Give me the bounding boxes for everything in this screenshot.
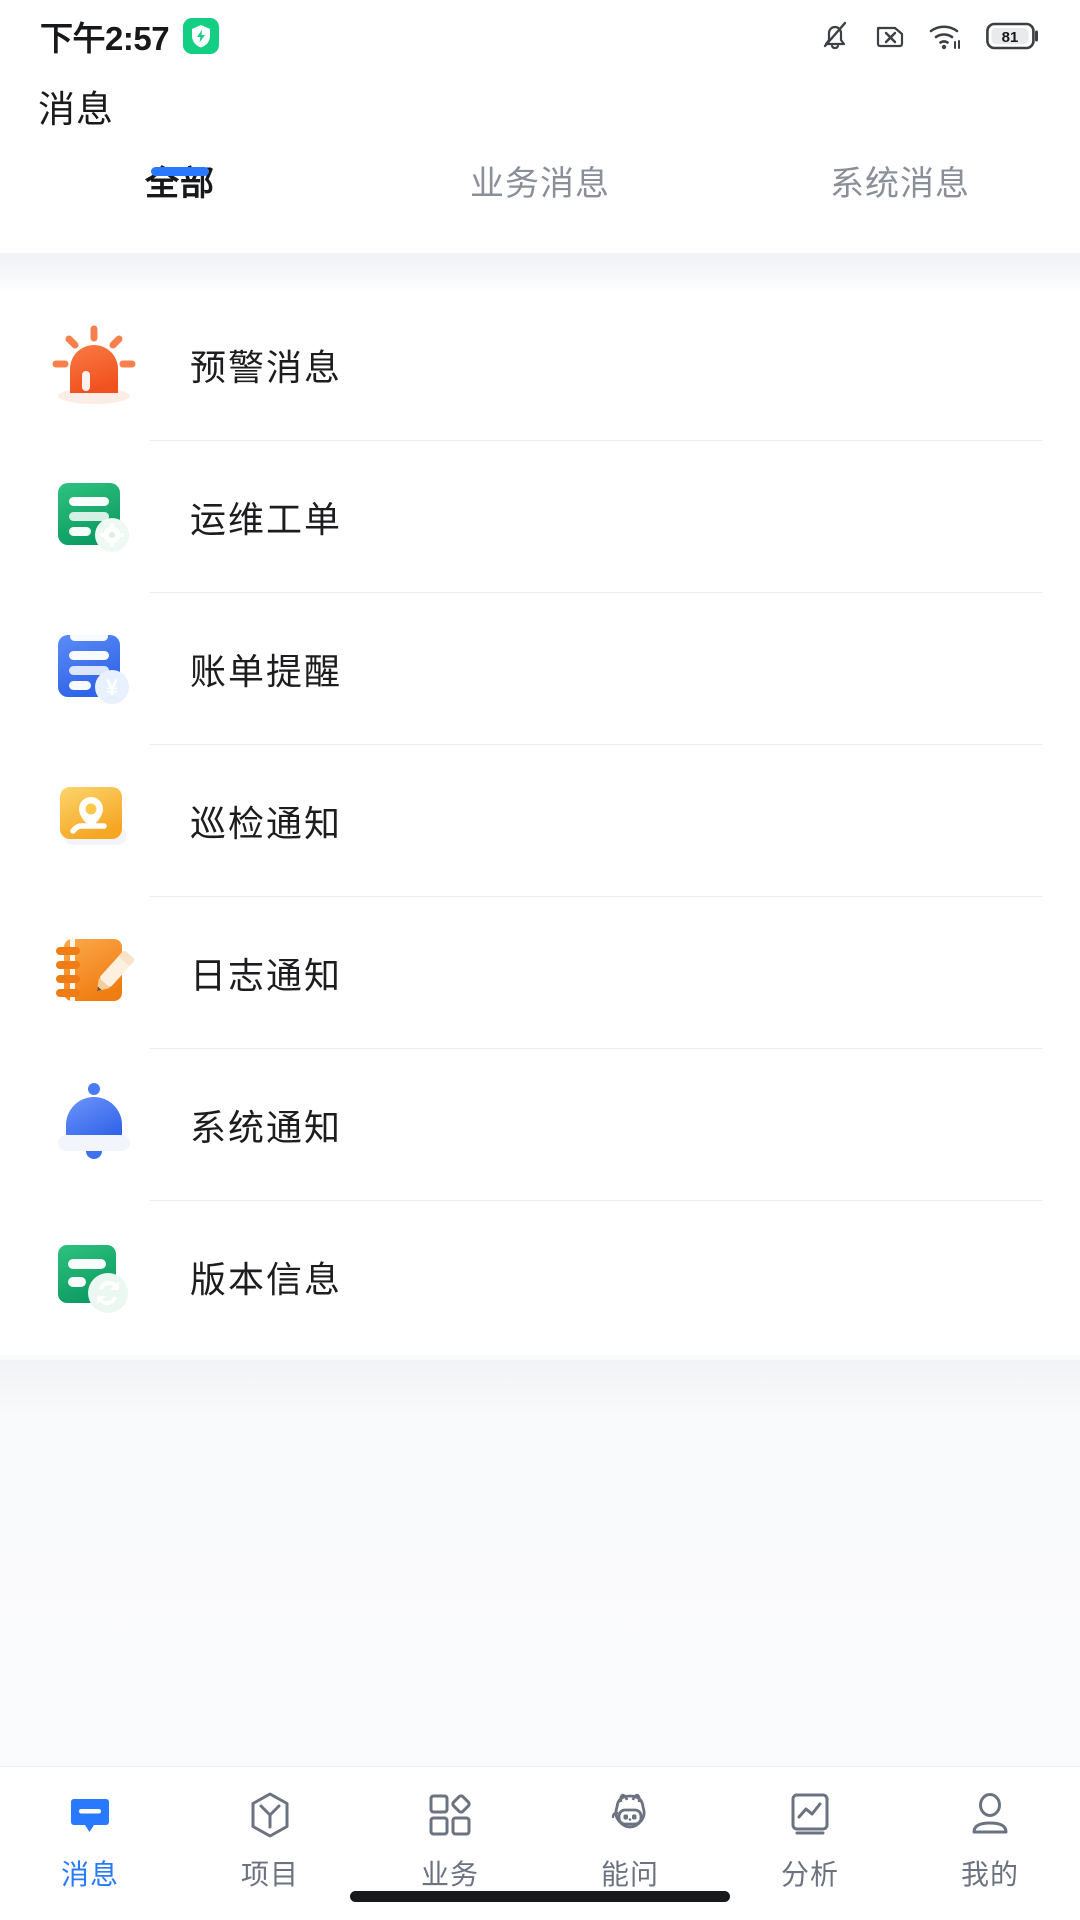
alarm-light-icon — [40, 311, 148, 419]
bill-yuan-icon: ¥ — [40, 615, 148, 723]
tab-indicator-placeholder — [511, 167, 569, 176]
bell-icon — [40, 1071, 148, 1179]
list-item[interactable]: 预警消息 — [0, 289, 1080, 441]
app-root: 下午2:57 81 消息 全部 业务消息 系统消息 预警消息 运维工单 ¥ 账单… — [0, 0, 1080, 1920]
list-item[interactable]: 运维工单 — [0, 441, 1080, 593]
list-item-label: 账单提醒 — [190, 651, 343, 692]
list-item-label: 巡检通知 — [190, 803, 343, 844]
section-gap — [0, 253, 1080, 289]
status-bar: 下午2:57 81 — [0, 0, 1080, 72]
list-item-label: 系统通知 — [190, 1107, 343, 1148]
nav-label-project: 项目 — [240, 1859, 299, 1890]
nav-item-messages[interactable]: 消息 — [0, 1787, 180, 1893]
page-title: 消息 — [38, 89, 114, 130]
svg-text:¥: ¥ — [106, 675, 119, 700]
list-item[interactable]: 系统通知 — [0, 1049, 1080, 1201]
nav-item-project[interactable]: 项目 — [180, 1787, 360, 1893]
tab-all[interactable]: 全部 — [0, 140, 360, 205]
tab-system[interactable]: 系统消息 — [720, 140, 1080, 205]
person-icon — [962, 1787, 1018, 1843]
message-list: 预警消息 运维工单 ¥ 账单提醒 巡检通知 日志通知 系统通知 版本信息 — [0, 289, 1080, 1355]
list-item-label: 预警消息 — [190, 347, 343, 388]
wifi-icon — [928, 20, 964, 52]
nav-label-ask: 能问 — [600, 1859, 659, 1890]
list-item-label: 版本信息 — [190, 1259, 343, 1300]
nav-label-messages: 消息 — [60, 1859, 119, 1890]
chart-monitor-icon — [782, 1787, 838, 1843]
nav-item-business[interactable]: 业务 — [360, 1787, 540, 1893]
grid-shapes-icon — [422, 1787, 478, 1843]
list-item[interactable]: ¥ 账单提醒 — [0, 593, 1080, 745]
list-item-label: 运维工单 — [190, 499, 343, 540]
status-time: 下午2:57 — [40, 20, 170, 57]
tab-business[interactable]: 业务消息 — [360, 140, 720, 205]
chat-bubble-icon — [62, 1787, 118, 1843]
tab-system-label: 系统消息 — [830, 165, 970, 203]
list-item-label: 日志通知 — [190, 955, 343, 996]
battery-level: 81 — [1002, 29, 1019, 46]
tab-active-indicator — [151, 167, 209, 176]
list-item[interactable]: 日志通知 — [0, 897, 1080, 1049]
inspection-pin-icon — [40, 767, 148, 875]
nav-label-analysis: 分析 — [780, 1859, 839, 1890]
nav-label-mine: 我的 — [960, 1859, 1019, 1890]
status-bar-left: 下午2:57 — [40, 12, 220, 60]
shield-icon — [183, 18, 220, 54]
nav-item-analysis[interactable]: 分析 — [720, 1787, 900, 1893]
tab-indicator-placeholder — [871, 167, 929, 176]
hexagon-cube-icon — [242, 1787, 298, 1843]
bottom-nav-bar: 消息 项目 业务 能问 分析 我的 — [0, 1766, 1080, 1920]
log-notebook-pencil-icon — [40, 919, 148, 1027]
home-indicator[interactable] — [350, 1891, 730, 1902]
empty-content-area — [0, 1360, 1080, 1766]
battery-icon: 81 — [986, 21, 1040, 51]
nav-label-business: 业务 — [420, 1859, 479, 1890]
sim-card-off-icon — [874, 20, 906, 52]
cat-assistant-icon — [602, 1787, 658, 1843]
tab-bar: 全部 业务消息 系统消息 — [0, 140, 1080, 253]
tab-business-label: 业务消息 — [470, 165, 610, 203]
status-bar-right: 81 — [818, 18, 1040, 54]
page-header: 消息 — [0, 72, 1080, 140]
nav-item-mine[interactable]: 我的 — [900, 1787, 1080, 1893]
work-order-gear-icon — [40, 463, 148, 571]
list-item[interactable]: 巡检通知 — [0, 745, 1080, 897]
tab-all-label: 全部 — [145, 165, 215, 203]
bell-muted-icon — [818, 18, 852, 54]
version-refresh-icon — [40, 1223, 148, 1331]
list-item[interactable]: 版本信息 — [0, 1201, 1080, 1353]
nav-item-ask[interactable]: 能问 — [540, 1787, 720, 1893]
